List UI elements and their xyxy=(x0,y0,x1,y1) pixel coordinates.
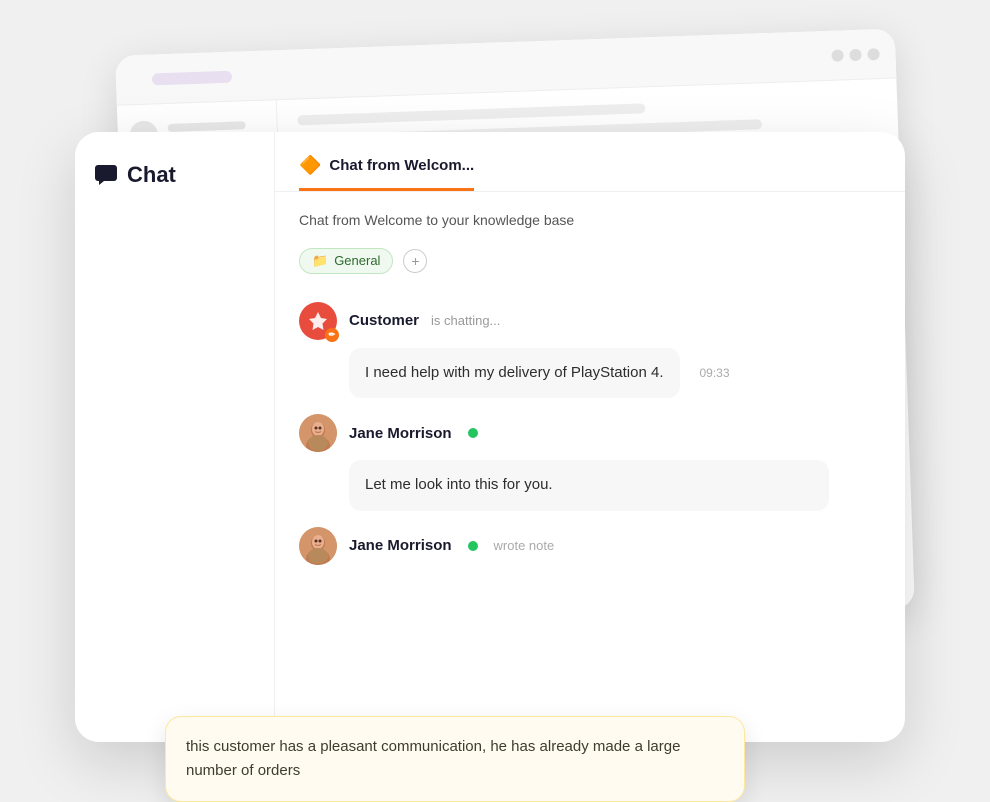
tab-label: Chat from Welcom... xyxy=(329,157,474,174)
jane-message-group-2: Jane Morrison wrote note xyxy=(299,527,881,565)
wrote-note-label: wrote note xyxy=(494,538,555,553)
tag-folder-icon: 📁 xyxy=(312,253,328,269)
customer-status: is chatting... xyxy=(431,313,500,328)
jane-sender-row-2: Jane Morrison wrote note xyxy=(299,527,881,565)
general-tag[interactable]: 📁 General xyxy=(299,248,393,274)
tag-label: General xyxy=(334,253,380,268)
edit-pencil-icon: ✏ xyxy=(325,328,339,342)
jane-message-bubble-1: Let me look into this for you. xyxy=(349,460,881,511)
customer-message-group: ✏ Customer is chatting... I need help wi… xyxy=(299,302,881,399)
jane-message-text-1: Let me look into this for you. xyxy=(365,476,553,493)
jane-name-1: Jane Morrison xyxy=(349,425,452,442)
chat-sidebar: Chat xyxy=(75,132,275,742)
jane-avatar-1 xyxy=(299,414,337,452)
jane-name-2: Jane Morrison xyxy=(349,537,452,554)
jane-avatar-2 xyxy=(299,527,337,565)
customer-sender-row: ✏ Customer is chatting... xyxy=(299,302,881,340)
customer-message-text: I need help with my delivery of PlayStat… xyxy=(365,364,664,381)
customer-message-row: I need help with my delivery of PlayStat… xyxy=(349,348,881,399)
bg-window-controls xyxy=(831,47,879,61)
customer-name: Customer xyxy=(349,312,419,329)
message-time: 09:33 xyxy=(699,364,729,382)
customer-avatar: ✏ xyxy=(299,302,337,340)
jane-sender-row-1: Jane Morrison xyxy=(299,414,881,452)
main-chat-card: Chat 🔶 Chat from Welcom... Chat from Wel… xyxy=(75,132,905,742)
note-card: this customer has a pleasant communicati… xyxy=(165,716,745,802)
add-tag-button[interactable]: + xyxy=(403,249,427,273)
sidebar-title-text: Chat xyxy=(127,162,176,188)
jane-message-group-1: Jane Morrison Let me look into this for … xyxy=(299,414,881,511)
chat-bubble-icon xyxy=(95,165,117,185)
customer-message-bubble: I need help with my delivery of PlayStat… xyxy=(349,348,680,399)
main-chat-content: 🔶 Chat from Welcom... Chat from Welcome … xyxy=(275,132,905,742)
note-text: this customer has a pleasant communicati… xyxy=(186,735,724,783)
tabs-bar: 🔶 Chat from Welcom... xyxy=(275,132,905,192)
jane-bubble-1: Let me look into this for you. xyxy=(349,460,829,511)
chat-messages-area: Chat from Welcome to your knowledge base… xyxy=(275,192,905,742)
tags-row: 📁 General + xyxy=(299,248,881,274)
chat-subtitle: Chat from Welcome to your knowledge base xyxy=(299,212,881,228)
sidebar-header: Chat xyxy=(95,162,254,188)
tab-chat[interactable]: 🔶 Chat from Welcom... xyxy=(299,139,474,191)
bg-address-bar xyxy=(152,70,232,85)
customer-avatar-bg: ✏ xyxy=(299,302,337,340)
online-indicator-2 xyxy=(468,541,478,551)
tab-arrow-icon: 🔶 xyxy=(299,155,321,176)
online-indicator-1 xyxy=(468,428,478,438)
